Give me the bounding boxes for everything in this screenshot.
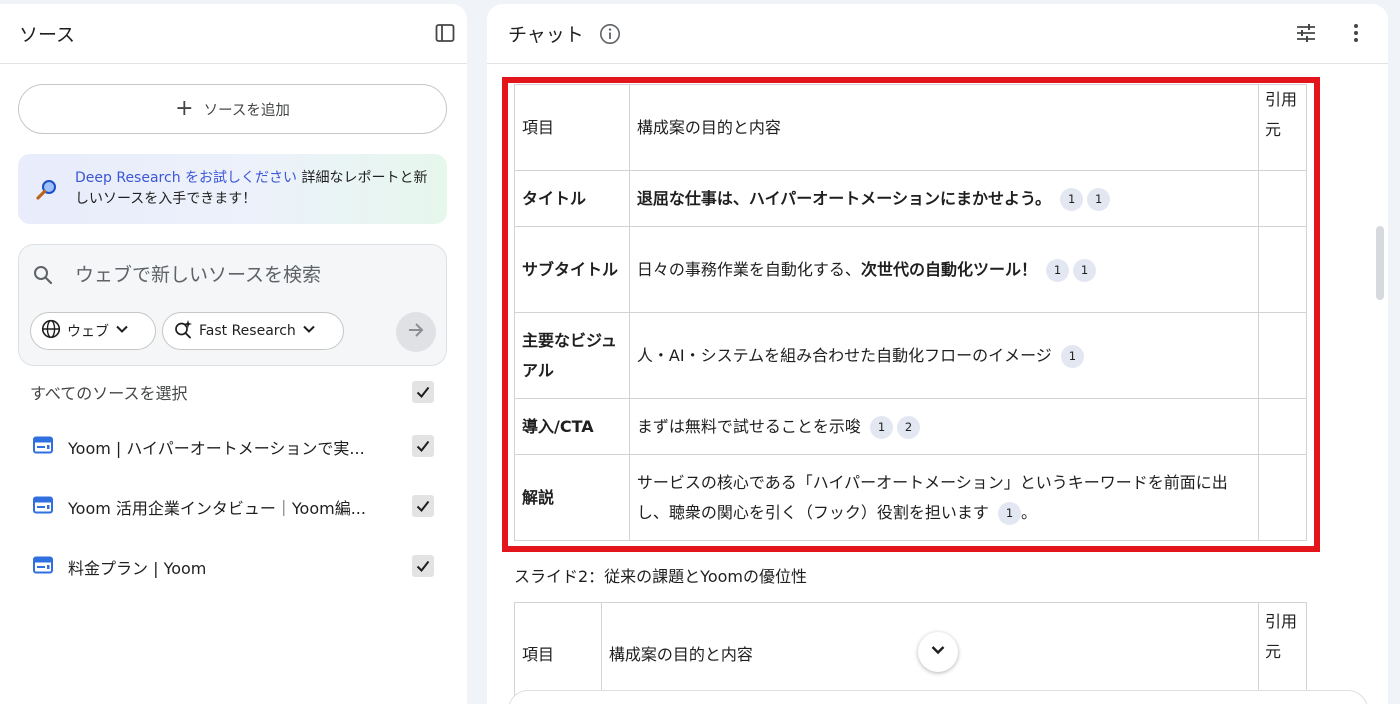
citation-chip[interactable]: 1 bbox=[1046, 258, 1070, 282]
chevron-down-icon bbox=[302, 322, 316, 340]
chat-panel: チャット 項目 構成案の目的と内容 引用元 タイトル 退屈な仕事は、ハイパーオー… bbox=[487, 4, 1388, 704]
content-cell: 人・AI・システムを組み合わせた自動化フローのイメージ 1 bbox=[628, 312, 1260, 399]
check-icon bbox=[416, 560, 430, 573]
content-text: まずは無料で試せることを示唆 bbox=[636, 416, 861, 436]
add-source-button[interactable]: + ソースを追加 bbox=[18, 84, 447, 134]
deep-research-promo: Deep Research をお試しください 詳細なレポートと新しいソースを入手… bbox=[18, 154, 447, 224]
web-chip-label: ウェブ bbox=[67, 324, 109, 340]
research-mode-dropdown[interactable]: Fast Research bbox=[162, 312, 344, 350]
sparkle-search-icon bbox=[173, 319, 193, 343]
item-cell: タイトル bbox=[514, 170, 630, 227]
table-row: 解説 サービスの核心である「ハイパーオートメーション」というキーワードを前面に出… bbox=[514, 454, 1307, 541]
check-icon bbox=[416, 440, 430, 453]
content-text: 日々の事務作業を自動化する、 bbox=[636, 259, 861, 279]
deep-research-link[interactable]: Deep Research をお試しください bbox=[75, 170, 297, 186]
table-header-row: 項目 構成案の目的と内容 引用元 bbox=[514, 84, 1307, 171]
source-title: Yoom | ハイパーオートメーションで実... bbox=[68, 439, 365, 458]
citation-chip[interactable]: 1 bbox=[1087, 187, 1111, 211]
chevron-down-icon bbox=[115, 322, 129, 340]
source-item[interactable]: Yoom 活用企業インタビュー｜Yoom編... bbox=[0, 486, 467, 526]
citation-chip[interactable]: 1 bbox=[1060, 344, 1084, 368]
more-vert-icon[interactable] bbox=[1346, 22, 1366, 44]
source-item[interactable]: 料金プラン | Yoom bbox=[0, 546, 467, 586]
chat-header: チャット bbox=[487, 4, 1388, 64]
content-text: サービスの核心である「ハイパーオートメーション」というキーワードを前面に出し、聴… bbox=[636, 472, 1228, 522]
cite-cell bbox=[1258, 398, 1307, 455]
arrow-right-icon bbox=[406, 320, 426, 344]
source-title: 料金プラン | Yoom bbox=[68, 559, 207, 578]
web-page-icon bbox=[33, 556, 53, 574]
source-title: Yoom 活用企業インタビュー｜Yoom編... bbox=[68, 499, 366, 518]
tune-settings-icon[interactable] bbox=[1295, 22, 1317, 44]
cite-cell bbox=[1258, 226, 1307, 313]
sources-header: ソース bbox=[0, 4, 467, 64]
deep-research-text: Deep Research をお試しください 詳細なレポートと新しいソースを入手… bbox=[75, 168, 435, 210]
header-cell: 項目 bbox=[514, 84, 630, 171]
content-text: 人・AI・システムを組み合わせた自動化フローのイメージ bbox=[636, 345, 1052, 365]
header-cell: 引用元 bbox=[1258, 602, 1307, 704]
check-icon bbox=[416, 500, 430, 513]
source-item[interactable]: Yoom | ハイパーオートメーションで実... bbox=[0, 426, 467, 466]
source-checkbox[interactable] bbox=[412, 495, 434, 517]
sources-panel: ソース + ソースを追加 Deep Research をお試しください 詳細なレ… bbox=[0, 4, 467, 704]
sources-title: ソース bbox=[19, 24, 76, 46]
source-checkbox[interactable] bbox=[412, 435, 434, 457]
globe-icon bbox=[41, 319, 61, 343]
content-cell: 退屈な仕事は、ハイパーオートメーションにまかせよう。 11 bbox=[628, 170, 1260, 227]
search-icon bbox=[32, 264, 54, 286]
header-cell: 引用元 bbox=[1258, 84, 1307, 171]
chat-title: チャット bbox=[508, 24, 584, 46]
citation-chip[interactable]: 2 bbox=[897, 415, 921, 439]
submit-search-button[interactable] bbox=[396, 312, 436, 352]
mode-chip-label: Fast Research bbox=[199, 323, 296, 339]
content-bold: 次世代の自動化ツール！ bbox=[860, 259, 1037, 279]
header-cell: 項目 bbox=[514, 602, 602, 704]
magnifier-icon bbox=[35, 178, 59, 202]
item-cell: 主要なビジュアル bbox=[514, 312, 630, 399]
check-icon bbox=[416, 386, 430, 399]
item-cell: サブタイトル bbox=[514, 226, 630, 313]
table-header-row: 項目 構成案の目的と内容 引用元 bbox=[514, 602, 1307, 704]
slide2-heading: スライド2：従来の課題とYoomの優位性 bbox=[514, 567, 807, 586]
web-search-card: ウェブ Fast Research bbox=[18, 244, 447, 366]
info-icon[interactable] bbox=[599, 23, 621, 45]
content-cell: サービスの核心である「ハイパーオートメーション」というキーワードを前面に出し、聴… bbox=[628, 454, 1260, 541]
cite-cell bbox=[1258, 170, 1307, 227]
content-cell: 日々の事務作業を自動化する、次世代の自動化ツール！ 11 bbox=[628, 226, 1260, 313]
web-page-icon bbox=[33, 496, 53, 514]
source-checkbox[interactable] bbox=[412, 555, 434, 577]
item-cell: 導入/CTA bbox=[514, 398, 630, 455]
chat-input-box[interactable] bbox=[508, 690, 1368, 704]
select-all-checkbox[interactable] bbox=[412, 381, 434, 403]
web-page-icon bbox=[33, 436, 53, 454]
citation-chip[interactable]: 1 bbox=[870, 415, 894, 439]
table-row: 主要なビジュアル 人・AI・システムを組み合わせた自動化フローのイメージ 1 bbox=[514, 312, 1307, 399]
citation-chip[interactable]: 1 bbox=[998, 501, 1022, 525]
plus-icon: + bbox=[175, 96, 194, 121]
header-cell: 構成案の目的と内容 bbox=[628, 84, 1260, 171]
table-row: タイトル 退屈な仕事は、ハイパーオートメーションにまかせよう。 11 bbox=[514, 170, 1307, 227]
content-suffix: 。 bbox=[1021, 502, 1038, 522]
citation-chip[interactable]: 1 bbox=[1060, 187, 1084, 211]
collapse-panel-icon[interactable] bbox=[435, 23, 455, 43]
select-all-label: すべてのソースを選択 bbox=[30, 384, 188, 403]
chat-scrollbar[interactable] bbox=[1376, 226, 1384, 300]
web-search-input[interactable] bbox=[75, 259, 415, 291]
item-cell: 解説 bbox=[514, 454, 630, 541]
table-row: サブタイトル 日々の事務作業を自動化する、次世代の自動化ツール！ 11 bbox=[514, 226, 1307, 313]
web-source-dropdown[interactable]: ウェブ bbox=[30, 312, 156, 350]
chevron-down-icon bbox=[929, 641, 947, 663]
cite-cell bbox=[1258, 454, 1307, 541]
slide-table: 項目 構成案の目的と内容 引用元 bbox=[514, 602, 1307, 704]
citation-chip[interactable]: 1 bbox=[1073, 258, 1097, 282]
content-cell: まずは無料で試せることを示唆 12 bbox=[628, 398, 1260, 455]
slide-table: 項目 構成案の目的と内容 引用元 タイトル 退屈な仕事は、ハイパーオートメーショ… bbox=[514, 84, 1307, 541]
table-row: 導入/CTA まずは無料で試せることを示唆 12 bbox=[514, 398, 1307, 455]
scroll-to-bottom-button[interactable] bbox=[918, 632, 958, 672]
cite-cell bbox=[1258, 312, 1307, 399]
content-bold: 退屈な仕事は、ハイパーオートメーションにまかせよう。 bbox=[636, 188, 1052, 208]
add-source-label: ソースを追加 bbox=[203, 102, 290, 119]
